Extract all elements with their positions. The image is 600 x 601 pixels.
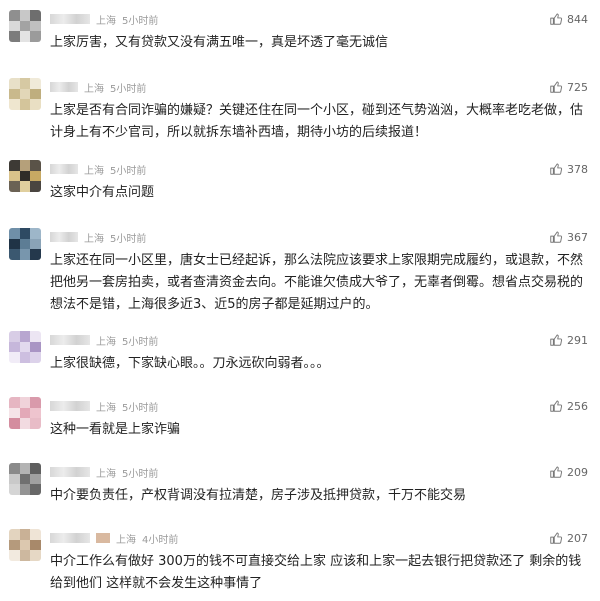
timestamp: 5小时前 xyxy=(122,402,159,414)
username[interactable] xyxy=(50,14,90,24)
timestamp: 5小时前 xyxy=(110,233,147,245)
timestamp: 5小时前 xyxy=(122,336,159,348)
like-count: 367 xyxy=(567,230,588,244)
avatar[interactable] xyxy=(9,78,41,110)
like-count: 207 xyxy=(567,531,588,545)
comment-text: 上家厉害，又有贷款又没有满五唯一，真是坏透了毫无诚信 xyxy=(50,35,389,50)
avatar[interactable] xyxy=(9,397,41,429)
comment-text: 这家中介有点问题 xyxy=(50,185,155,200)
timestamp: 5小时前 xyxy=(110,83,147,95)
avatar[interactable] xyxy=(9,331,41,363)
thumbs-up-icon xyxy=(550,334,563,346)
username[interactable] xyxy=(50,164,78,174)
comment-meta: 上海 5小时前 xyxy=(50,399,159,414)
avatar[interactable] xyxy=(9,463,41,495)
timestamp: 4小时前 xyxy=(142,534,179,546)
like-button[interactable]: 378 xyxy=(549,162,588,176)
timestamp: 5小时前 xyxy=(110,165,147,177)
comment-text: 上家还在同一小区里，唐女士已经起诉，那么法院应该要求上家限期完成履约，或退款，不… xyxy=(50,253,584,312)
avatar[interactable] xyxy=(9,228,41,260)
location: 上海 xyxy=(96,15,116,27)
like-count: 256 xyxy=(567,399,588,413)
avatar[interactable] xyxy=(9,160,41,192)
avatar[interactable] xyxy=(9,10,41,42)
like-count: 209 xyxy=(567,465,588,479)
thumbs-up-icon xyxy=(550,532,563,544)
thumbs-up-icon xyxy=(550,163,563,175)
thumbs-up-icon xyxy=(550,13,563,25)
location: 上海 xyxy=(116,534,136,546)
like-button[interactable]: 367 xyxy=(549,230,588,244)
thumbs-up-icon xyxy=(550,231,563,243)
location: 上海 xyxy=(84,165,104,177)
username[interactable] xyxy=(50,467,90,477)
thumbs-up-icon xyxy=(550,81,563,93)
like-button[interactable]: 725 xyxy=(549,80,588,94)
like-count: 725 xyxy=(567,80,588,94)
location: 上海 xyxy=(96,468,116,480)
timestamp: 5小时前 xyxy=(122,468,159,480)
like-button[interactable]: 209 xyxy=(549,465,588,479)
thumbs-up-icon xyxy=(550,466,563,478)
like-count: 378 xyxy=(567,162,588,176)
user-badge xyxy=(96,533,110,543)
like-button[interactable]: 207 xyxy=(549,531,588,545)
like-button[interactable]: 844 xyxy=(549,12,588,26)
comment-text: 这种一看就是上家诈骗 xyxy=(50,422,181,437)
comment-meta: 上海 5小时前 xyxy=(50,80,147,95)
like-button[interactable]: 291 xyxy=(549,333,588,347)
comment-text: 中介工作么有做好 300万的钱不可直接交给上家 应该和上家一起去银行把贷款还了 … xyxy=(50,554,582,591)
location: 上海 xyxy=(96,336,116,348)
location: 上海 xyxy=(96,402,116,414)
comment-meta: 上海 5小时前 xyxy=(50,230,147,245)
like-count: 844 xyxy=(567,12,588,26)
username[interactable] xyxy=(50,335,90,345)
username[interactable] xyxy=(50,401,90,411)
comment-list: 上海 5小时前 844 上家厉害，又有贷款又没有满五唯一，真是坏透了毫无诚信 上… xyxy=(0,0,600,601)
username[interactable] xyxy=(50,82,78,92)
comment-meta: 上海 5小时前 xyxy=(50,162,147,177)
comment-text: 上家是否有合同诈骗的嫌疑？关键还住在同一个小区，碰到还气势汹汹，大概率老吃老做，… xyxy=(50,103,584,140)
comment-meta: 上海 4小时前 xyxy=(50,531,179,546)
comment-text: 上家很缺德，下家缺心眼。。刀永远砍向弱者。。。 xyxy=(50,356,330,371)
location: 上海 xyxy=(84,83,104,95)
like-button[interactable]: 256 xyxy=(549,399,588,413)
comment-text: 中介要负责任，产权背调没有拉清楚，房子涉及抵押贷款，千万不能交易 xyxy=(50,488,467,503)
timestamp: 5小时前 xyxy=(122,15,159,27)
comment-meta: 上海 5小时前 xyxy=(50,333,159,348)
comment-meta: 上海 5小时前 xyxy=(50,12,159,27)
username[interactable] xyxy=(50,533,90,543)
username[interactable] xyxy=(50,232,78,242)
avatar[interactable] xyxy=(9,529,41,561)
like-count: 291 xyxy=(567,333,588,347)
location: 上海 xyxy=(84,233,104,245)
thumbs-up-icon xyxy=(550,400,563,412)
comment-meta: 上海 5小时前 xyxy=(50,465,159,480)
